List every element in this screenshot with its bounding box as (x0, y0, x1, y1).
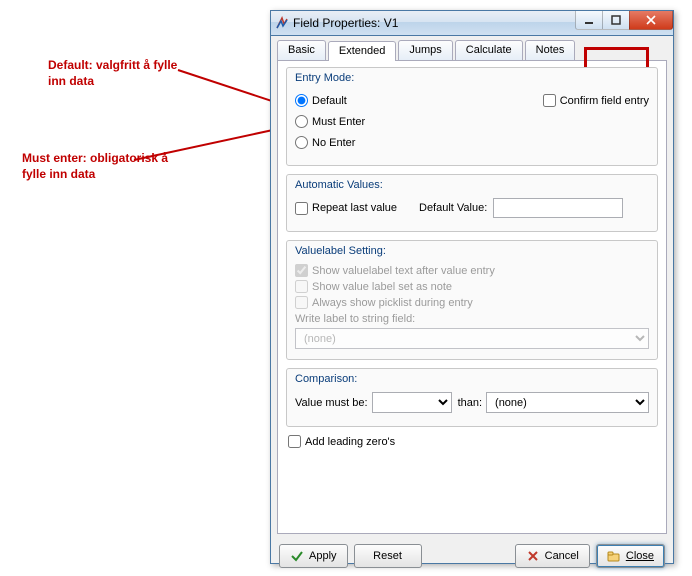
radio-row-must-enter[interactable]: Must Enter (295, 115, 365, 128)
tab-basic[interactable]: Basic (277, 40, 326, 60)
radio-must-enter[interactable] (295, 115, 308, 128)
titlebar[interactable]: Field Properties: V1 (271, 11, 673, 36)
group-comparison: Comparison: Value must be: than: (none) (286, 368, 658, 427)
radio-label-must-enter: Must Enter (312, 116, 365, 128)
tab-calculate[interactable]: Calculate (455, 40, 523, 60)
tab-notes[interactable]: Notes (525, 40, 576, 60)
window-title: Field Properties: V1 (293, 16, 576, 30)
close-icon (607, 549, 621, 563)
cancel-icon (526, 549, 540, 563)
reset-button[interactable]: Reset (354, 544, 422, 568)
select-comparison-field[interactable]: (none) (486, 392, 649, 413)
group-title-valuelabel: Valuelabel Setting: (295, 245, 386, 257)
checkbox-repeat-last[interactable] (295, 202, 308, 215)
apply-button[interactable]: Apply (279, 544, 348, 568)
radio-row-no-enter[interactable]: No Enter (295, 136, 365, 149)
close-button[interactable]: Close (596, 544, 665, 568)
group-automatic-values: Automatic Values: Repeat last value Defa… (286, 174, 658, 232)
checkbox-label-set-as-note: Show value label set as note (312, 281, 452, 293)
select-comparison-op[interactable] (372, 392, 452, 413)
checkbox-row-confirm[interactable]: Confirm field entry (543, 94, 649, 107)
checkbox-label-show-after: Show valuelabel text after value entry (312, 265, 495, 277)
close-button-label: Close (626, 550, 654, 562)
checkbox-row-repeat[interactable]: Repeat last value (295, 202, 397, 215)
checkbox-row-show-after: Show valuelabel text after value entry (295, 264, 649, 277)
tab-bar: Basic Extended Jumps Calculate Notes (271, 36, 673, 60)
radio-label-default: Default (312, 95, 347, 107)
checkbox-label-repeat: Repeat last value (312, 202, 397, 214)
label-write-to-string: Write label to string field: (295, 313, 649, 325)
group-entry-mode: Entry Mode: Default Must Enter No Enter (286, 67, 658, 166)
checkbox-label-confirm: Confirm field entry (560, 95, 649, 107)
field-properties-dialog: Field Properties: V1 Basic Extended Jump… (270, 10, 674, 564)
app-icon (275, 16, 289, 30)
annotation-must-enter: Must enter: obligatorisk å fylle inn dat… (22, 151, 172, 182)
checkbox-show-after (295, 264, 308, 277)
checkbox-label-leading-zero: Add leading zero's (305, 436, 395, 448)
dialog-footer: Apply Reset Cancel Close (271, 540, 673, 576)
group-valuelabel-setting: Valuelabel Setting: Show valuelabel text… (286, 240, 658, 360)
tab-jumps[interactable]: Jumps (398, 40, 452, 60)
group-title-automatic: Automatic Values: (295, 179, 383, 191)
input-default-value[interactable] (493, 198, 623, 218)
maximize-button[interactable] (602, 11, 630, 30)
tab-extended[interactable]: Extended (328, 41, 396, 61)
checkbox-row-picklist: Always show picklist during entry (295, 296, 649, 309)
radio-no-enter[interactable] (295, 136, 308, 149)
checkbox-set-as-note (295, 280, 308, 293)
reset-button-label: Reset (373, 550, 402, 562)
tab-panel-extended: Entry Mode: Default Must Enter No Enter (277, 60, 667, 534)
label-default-value: Default Value: (419, 202, 487, 214)
apply-icon (290, 549, 304, 563)
radio-label-no-enter: No Enter (312, 137, 355, 149)
select-write-label-field: (none) (295, 328, 649, 349)
checkbox-row-set-as-note: Show value label set as note (295, 280, 649, 293)
checkbox-row-leading-zero[interactable]: Add leading zero's (288, 435, 658, 448)
cancel-button-label: Cancel (545, 550, 579, 562)
checkbox-label-picklist: Always show picklist during entry (312, 297, 473, 309)
checkbox-leading-zero[interactable] (288, 435, 301, 448)
radio-default[interactable] (295, 94, 308, 107)
close-window-button[interactable] (629, 11, 673, 30)
checkbox-confirm-entry[interactable] (543, 94, 556, 107)
annotation-default: Default: valgfritt å fylle inn data (48, 58, 178, 89)
radio-row-default[interactable]: Default (295, 94, 365, 107)
group-title-comparison: Comparison: (295, 373, 357, 385)
label-than: than: (458, 397, 482, 409)
label-value-must-be: Value must be: (295, 397, 368, 409)
apply-button-label: Apply (309, 550, 337, 562)
group-title-entry-mode: Entry Mode: (295, 72, 354, 84)
checkbox-picklist (295, 296, 308, 309)
cancel-button[interactable]: Cancel (515, 544, 590, 568)
minimize-button[interactable] (575, 11, 603, 30)
